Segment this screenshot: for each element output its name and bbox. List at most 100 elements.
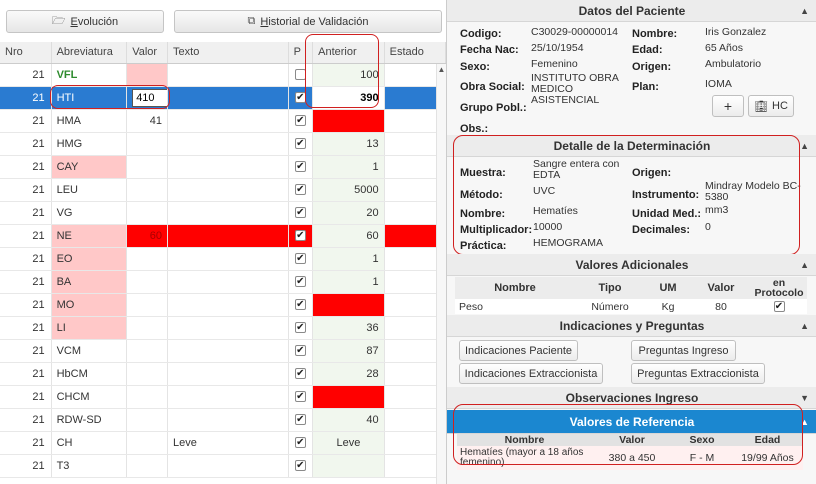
texto-cell[interactable] — [167, 408, 289, 432]
abreviatura-cell[interactable]: T3 — [51, 454, 128, 478]
anterior-cell[interactable]: 28 — [312, 362, 385, 386]
indicaciones-header[interactable]: Indicaciones y Preguntas ▲ — [447, 315, 816, 337]
nro-cell[interactable]: 21 — [0, 454, 52, 478]
table-row[interactable]: 21 T3 ✔ — [0, 454, 447, 478]
p-checkbox[interactable]: ✔ — [294, 253, 306, 265]
abreviatura-cell[interactable]: HMG — [51, 132, 128, 156]
p-cell[interactable] — [288, 63, 314, 87]
table-row[interactable]: Hematíes (mayor a 18 años femenino) 380 … — [457, 446, 803, 470]
abreviatura-cell[interactable]: HbCM — [51, 362, 128, 386]
p-cell[interactable]: ✔ — [288, 362, 314, 386]
p-checkbox[interactable]: ✔ — [294, 230, 306, 242]
valor-cell[interactable] — [126, 155, 169, 179]
p-cell[interactable]: ✔ — [288, 224, 314, 248]
anterior-cell[interactable] — [312, 454, 385, 478]
expand-icon[interactable]: ▼ — [800, 387, 809, 409]
anterior-cell[interactable]: 1 — [312, 155, 385, 179]
anterior-cell[interactable]: 40 — [312, 408, 385, 432]
valor-cell[interactable] — [126, 454, 169, 478]
valor-input[interactable]: 410 — [132, 88, 167, 107]
texto-cell[interactable] — [167, 224, 289, 248]
texto-cell[interactable] — [167, 201, 289, 225]
anterior-cell[interactable]: 36 — [312, 316, 385, 340]
p-checkbox[interactable]: ✔ — [294, 345, 306, 357]
preguntas-extraccionista-button[interactable]: Preguntas Extraccionista — [631, 363, 765, 384]
adicionales-header[interactable]: Valores Adicionales ▲ — [447, 254, 816, 276]
valor-cell[interactable] — [126, 63, 169, 87]
p-cell[interactable]: ✔ — [288, 454, 314, 478]
texto-cell[interactable] — [167, 155, 289, 179]
scroll-up-icon[interactable]: ▲ — [437, 64, 446, 74]
abreviatura-cell[interactable]: CAY — [51, 155, 128, 179]
historial-validacion-button[interactable]: ⧉ Historial de Validación — [174, 10, 442, 33]
valor-cell[interactable]: 60 — [126, 224, 169, 248]
p-checkbox[interactable]: ✔ — [294, 414, 306, 426]
anterior-cell[interactable]: 100 — [312, 385, 385, 409]
valor-cell[interactable] — [126, 178, 169, 202]
anterior-cell[interactable]: 5000 — [312, 178, 385, 202]
p-cell[interactable]: ✔ — [288, 293, 314, 317]
p-cell[interactable]: ✔ — [288, 132, 314, 156]
table-row[interactable]: 21 VG ✔ 20 — [0, 201, 447, 225]
p-checkbox[interactable]: ✔ — [294, 391, 306, 403]
abreviatura-cell[interactable]: HMA — [51, 109, 128, 133]
nro-cell[interactable]: 21 — [0, 385, 52, 409]
nro-cell[interactable]: 21 — [0, 109, 52, 133]
nro-cell[interactable]: 21 — [0, 224, 52, 248]
protocolo-checkbox[interactable]: ✔ — [773, 301, 785, 313]
collapse-icon[interactable]: ▲ — [800, 254, 809, 276]
p-cell[interactable]: ✔ — [288, 431, 314, 455]
anterior-cell[interactable]: 40 — [312, 109, 385, 133]
anterior-cell[interactable]: 390 — [312, 86, 385, 110]
texto-cell[interactable] — [167, 362, 289, 386]
p-cell[interactable]: ✔ — [288, 247, 314, 271]
texto-cell[interactable] — [167, 316, 289, 340]
table-row[interactable]: 21 VFL 100 — [0, 63, 447, 87]
p-cell[interactable]: ✔ — [288, 109, 314, 133]
abreviatura-cell[interactable]: RDW-SD — [51, 408, 128, 432]
nro-cell[interactable]: 21 — [0, 201, 52, 225]
p-checkbox[interactable] — [294, 69, 306, 81]
nro-cell[interactable]: 21 — [0, 339, 52, 363]
col-header-estado[interactable]: Estado — [384, 42, 447, 64]
col-header-valor[interactable]: Valor — [126, 42, 169, 64]
add-button[interactable]: + — [712, 95, 744, 117]
p-checkbox[interactable]: ✔ — [294, 184, 306, 196]
nro-cell[interactable]: 21 — [0, 247, 52, 271]
anterior-cell[interactable]: 100 — [312, 63, 385, 87]
p-cell[interactable]: ✔ — [288, 155, 314, 179]
preguntas-ingreso-button[interactable]: Preguntas Ingreso — [631, 340, 736, 361]
col-header-abreviatura[interactable]: Abreviatura — [51, 42, 128, 64]
texto-cell[interactable] — [167, 86, 289, 110]
p-checkbox[interactable]: ✔ — [294, 276, 306, 288]
nro-cell[interactable]: 21 — [0, 132, 52, 156]
valor-cell[interactable]: 41 — [126, 109, 169, 133]
valor-cell[interactable] — [126, 132, 169, 156]
p-cell[interactable]: ✔ — [288, 316, 314, 340]
p-checkbox[interactable]: ✔ — [294, 161, 306, 173]
p-checkbox[interactable]: ✔ — [294, 92, 306, 104]
nro-cell[interactable]: 21 — [0, 431, 52, 455]
p-checkbox[interactable]: ✔ — [294, 207, 306, 219]
indicaciones-paciente-button[interactable]: Indicaciones Paciente — [459, 340, 578, 361]
texto-cell[interactable] — [167, 385, 289, 409]
observaciones-header[interactable]: Observaciones Ingreso ▼ — [447, 387, 816, 409]
texto-cell[interactable] — [167, 109, 289, 133]
valor-cell[interactable] — [126, 247, 169, 271]
texto-cell[interactable]: Leve — [167, 431, 289, 455]
table-row[interactable]: 21 EO ✔ 1 — [0, 247, 447, 271]
valor-cell[interactable] — [126, 316, 169, 340]
nro-cell[interactable]: 21 — [0, 178, 52, 202]
texto-cell[interactable] — [167, 63, 289, 87]
valor-cell[interactable] — [126, 270, 169, 294]
abreviatura-cell[interactable]: LEU — [51, 178, 128, 202]
collapse-icon[interactable]: ▲ — [800, 410, 809, 434]
nro-cell[interactable]: 21 — [0, 155, 52, 179]
nro-cell[interactable]: 21 — [0, 408, 52, 432]
table-row[interactable]: 21 HMA 41 ✔ 40 — [0, 109, 447, 133]
table-row[interactable]: 21 VCM ✔ 87 — [0, 339, 447, 363]
anterior-cell[interactable]: 13 — [312, 132, 385, 156]
evolucion-button[interactable]: 🗁 Evolución — [6, 10, 164, 33]
texto-cell[interactable] — [167, 339, 289, 363]
valor-cell[interactable] — [126, 339, 169, 363]
